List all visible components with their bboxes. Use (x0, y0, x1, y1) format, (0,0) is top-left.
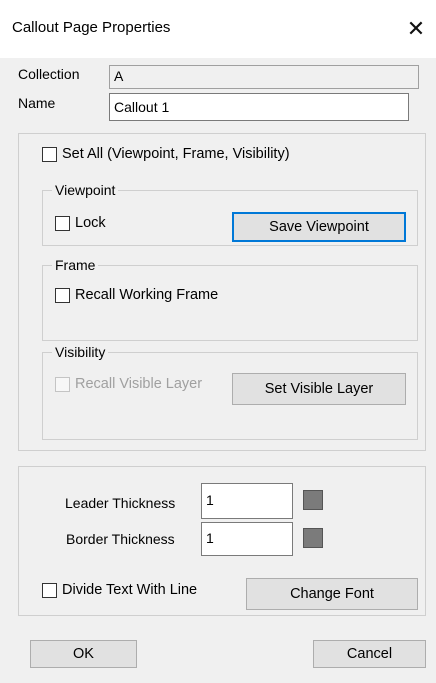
divide-text-label: Divide Text With Line (62, 582, 198, 598)
collection-label: Collection (18, 66, 80, 82)
set-all-checkbox-row[interactable]: Set All (Viewpoint, Frame, Visibility) (42, 146, 290, 162)
collection-field: A (109, 65, 419, 89)
leader-thickness-label: Leader Thickness (65, 495, 176, 511)
recall-visible-layer-row: Recall Visible Layer (55, 376, 202, 392)
lock-label: Lock (75, 215, 106, 231)
set-visible-layer-button[interactable]: Set Visible Layer (232, 373, 406, 405)
divide-text-row[interactable]: Divide Text With Line (42, 582, 197, 598)
frame-group (42, 265, 418, 341)
name-label: Name (18, 95, 56, 111)
leader-color-swatch[interactable] (303, 490, 323, 510)
title-bar: Callout Page Properties ✕ (0, 0, 436, 58)
name-field[interactable]: Callout 1 (109, 93, 409, 121)
recall-visible-layer-checkbox (55, 376, 70, 392)
visibility-legend: Visibility (52, 344, 109, 360)
cancel-button[interactable]: Cancel (313, 640, 426, 668)
save-viewpoint-button[interactable]: Save Viewpoint (232, 212, 406, 242)
close-icon[interactable]: ✕ (396, 14, 436, 44)
set-all-checkbox[interactable] (42, 146, 57, 162)
ok-button[interactable]: OK (30, 640, 137, 668)
set-all-label: Set All (Viewpoint, Frame, Visibility) (62, 146, 290, 162)
frame-legend: Frame (52, 257, 99, 273)
recall-visible-layer-label: Recall Visible Layer (75, 376, 203, 392)
lock-checkbox[interactable] (55, 215, 70, 231)
border-thickness-label: Border Thickness (66, 531, 175, 547)
recall-working-frame-checkbox[interactable] (55, 287, 70, 303)
recall-working-frame-row[interactable]: Recall Working Frame (55, 287, 218, 303)
window-title: Callout Page Properties (12, 19, 171, 36)
leader-thickness-field[interactable]: 1 (201, 483, 293, 519)
recall-working-frame-label: Recall Working Frame (75, 287, 219, 303)
change-font-button[interactable]: Change Font (246, 578, 418, 610)
border-color-swatch[interactable] (303, 528, 323, 548)
divide-text-checkbox[interactable] (42, 582, 57, 598)
border-thickness-field[interactable]: 1 (201, 522, 293, 556)
viewpoint-legend: Viewpoint (52, 182, 119, 198)
lock-checkbox-row[interactable]: Lock (55, 215, 106, 231)
